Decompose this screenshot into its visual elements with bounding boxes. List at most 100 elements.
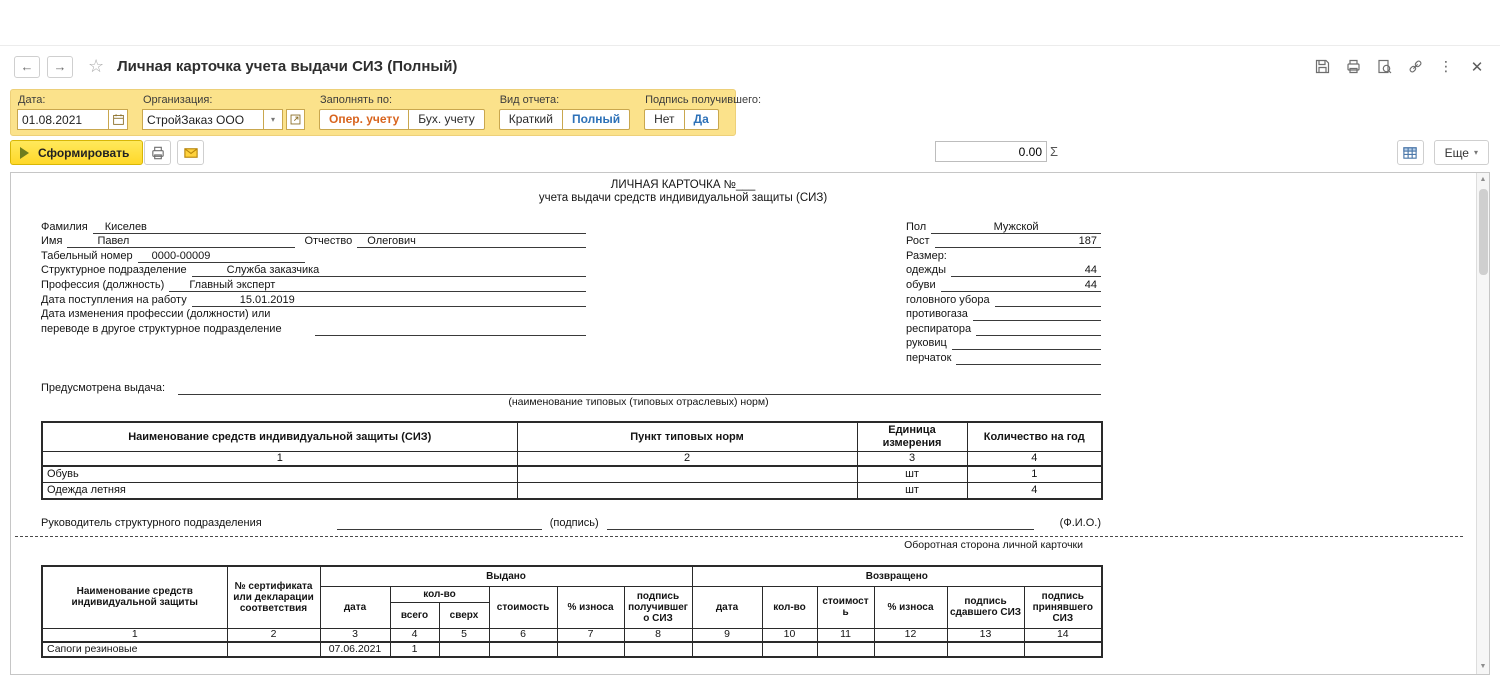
t2-cell: 1 [390, 642, 439, 657]
t2-header-total: всего [390, 602, 439, 628]
more-button[interactable]: Еще▾ [1434, 140, 1489, 165]
organization-open-icon[interactable] [286, 109, 305, 130]
print-button[interactable] [144, 140, 171, 165]
report-document: ЛИЧНАЯ КАРТОЧКА №___ учета выдачи средст… [10, 172, 1490, 675]
scrollbar-thumb[interactable] [1479, 189, 1488, 275]
sigma-icon[interactable]: Σ [1047, 144, 1061, 159]
t2-header-date2: дата [692, 586, 762, 628]
hire-date-value: 15.01.2019 [192, 294, 586, 307]
grid-settings-button[interactable] [1397, 140, 1424, 165]
t1-cell [517, 466, 857, 483]
issue-provision-blank [178, 382, 1101, 395]
back-button[interactable]: ← [14, 56, 40, 78]
t1-header-name: Наименование средств индивидуальной защи… [42, 422, 517, 452]
table-row: Одежда летняя шт 4 [42, 483, 1102, 500]
print-icon[interactable] [1344, 58, 1362, 76]
t2-colnum: 1 [42, 628, 227, 642]
employee-info: ФамилияКиселев ИмяПавелОтчествоОлегович … [41, 219, 1101, 367]
employee-info-left: ФамилияКиселев ИмяПавелОтчествоОлегович … [41, 219, 586, 336]
profession-label: Профессия (должность) [41, 279, 169, 292]
t2-cell [692, 642, 762, 657]
height-label: Рост [906, 235, 935, 248]
signature-group: Подпись получившего: Нет Да [644, 93, 761, 132]
t2-header-issued: Выдано [320, 566, 692, 586]
t2-colnum: 6 [489, 628, 557, 642]
report-type-option-full[interactable]: Полный [563, 109, 630, 130]
profession-value: Главный эксперт [169, 279, 586, 292]
t2-header-wear2: % износа [874, 586, 947, 628]
t2-header-date: дата [320, 586, 390, 628]
surname-value: Киселев [93, 221, 586, 234]
gloves-size-label: перчаток [906, 352, 956, 365]
t1-cell: шт [857, 483, 967, 500]
headwear-size-label: головного убора [906, 294, 995, 307]
t2-cell [624, 642, 692, 657]
t1-cell: 4 [967, 483, 1102, 500]
issue-provision-label: Предусмотрена выдача: [41, 382, 170, 395]
chevron-down-icon: ▾ [1474, 148, 1478, 157]
scroll-up-icon[interactable]: ▲ [1477, 173, 1489, 187]
shoe-size-value: 44 [941, 279, 1101, 292]
department-label: Структурное подразделение [41, 264, 192, 277]
fio-caption: (Ф.И.О.) [1060, 517, 1101, 530]
t2-header-cost: стоимость [489, 586, 557, 628]
signature-row: Руководитель структурного подразделения … [41, 517, 1101, 530]
t2-cell [557, 642, 624, 657]
forward-button[interactable]: → [47, 56, 73, 78]
mittens-size-blank [952, 337, 1101, 350]
respirator-size-label: респиратора [906, 323, 976, 336]
t2-header-cert: № сертификата или декларации соответстви… [227, 566, 320, 628]
signature-caption: (подпись) [550, 517, 599, 530]
employee-info-right: ПолМужской Рост187 Размер: одежды44 обув… [906, 219, 1101, 365]
toolbar: ← → ☆ Личная карточка учета выдачи СИЗ (… [0, 45, 1500, 87]
change-label-line2: переводе в другое структурное подразделе… [41, 323, 287, 336]
sum-input[interactable] [935, 141, 1047, 162]
surname-label: Фамилия [41, 221, 93, 234]
personnel-number-label: Табельный номер [41, 250, 138, 263]
t1-cell [517, 483, 857, 500]
table-row: Обувь шт 1 [42, 466, 1102, 483]
shoe-size-label: обуви [906, 279, 941, 292]
hire-date-label: Дата поступления на работу [41, 294, 192, 307]
signature-option-no[interactable]: Нет [644, 109, 684, 130]
t2-cell [439, 642, 489, 657]
preview-icon[interactable] [1375, 58, 1393, 76]
fill-by-toggle: Опер. учету Бух. учету [319, 109, 485, 130]
t2-colnum: 8 [624, 628, 692, 642]
report-type-option-short[interactable]: Краткий [499, 109, 563, 130]
t1-header-qty: Количество на год [967, 422, 1102, 452]
report-title-line1: ЛИЧНАЯ КАРТОЧКА №___ [41, 179, 1325, 192]
t2-cell: 07.06.2021 [320, 642, 390, 657]
t2-colnum: 2 [227, 628, 320, 642]
signature-label: Подпись получившего: [645, 94, 761, 106]
link-icon[interactable] [1406, 58, 1424, 76]
favorite-star-icon[interactable]: ☆ [88, 56, 104, 77]
respirator-size-blank [976, 323, 1101, 336]
organization-dropdown-icon[interactable]: ▾ [264, 109, 283, 130]
t2-colnum: 9 [692, 628, 762, 642]
vertical-scrollbar[interactable]: ▲ ▼ [1476, 173, 1489, 674]
date-input[interactable] [17, 109, 109, 130]
more-menu-icon[interactable]: ⋮ [1437, 58, 1455, 76]
t1-cell: Одежда летняя [42, 483, 517, 500]
t2-header-sign-given: подпись сдавшего СИЗ [947, 586, 1024, 628]
action-row: Сформировать Σ Еще▾ [10, 140, 1490, 167]
t2-colnum: 10 [762, 628, 817, 642]
signature-option-yes[interactable]: Да [685, 109, 719, 130]
firstname-value: Павел [67, 235, 295, 248]
generate-button[interactable]: Сформировать [10, 140, 143, 165]
fill-by-option-buh[interactable]: Бух. учету [409, 109, 484, 130]
t1-header-unit: Единица измерения [857, 422, 967, 452]
save-icon[interactable] [1313, 58, 1331, 76]
firstname-label: Имя [41, 235, 67, 248]
t1-colnum: 4 [967, 452, 1102, 467]
close-icon[interactable]: ✕ [1468, 58, 1486, 76]
scroll-down-icon[interactable]: ▼ [1477, 660, 1489, 674]
gender-value: Мужской [931, 221, 1101, 234]
organization-input[interactable] [142, 109, 264, 130]
email-button[interactable] [177, 140, 204, 165]
date-label: Дата: [18, 94, 128, 106]
fill-by-group: Заполнять по: Опер. учету Бух. учету [319, 93, 485, 132]
calendar-icon[interactable] [109, 109, 128, 130]
fill-by-option-oper[interactable]: Опер. учету [319, 109, 409, 130]
